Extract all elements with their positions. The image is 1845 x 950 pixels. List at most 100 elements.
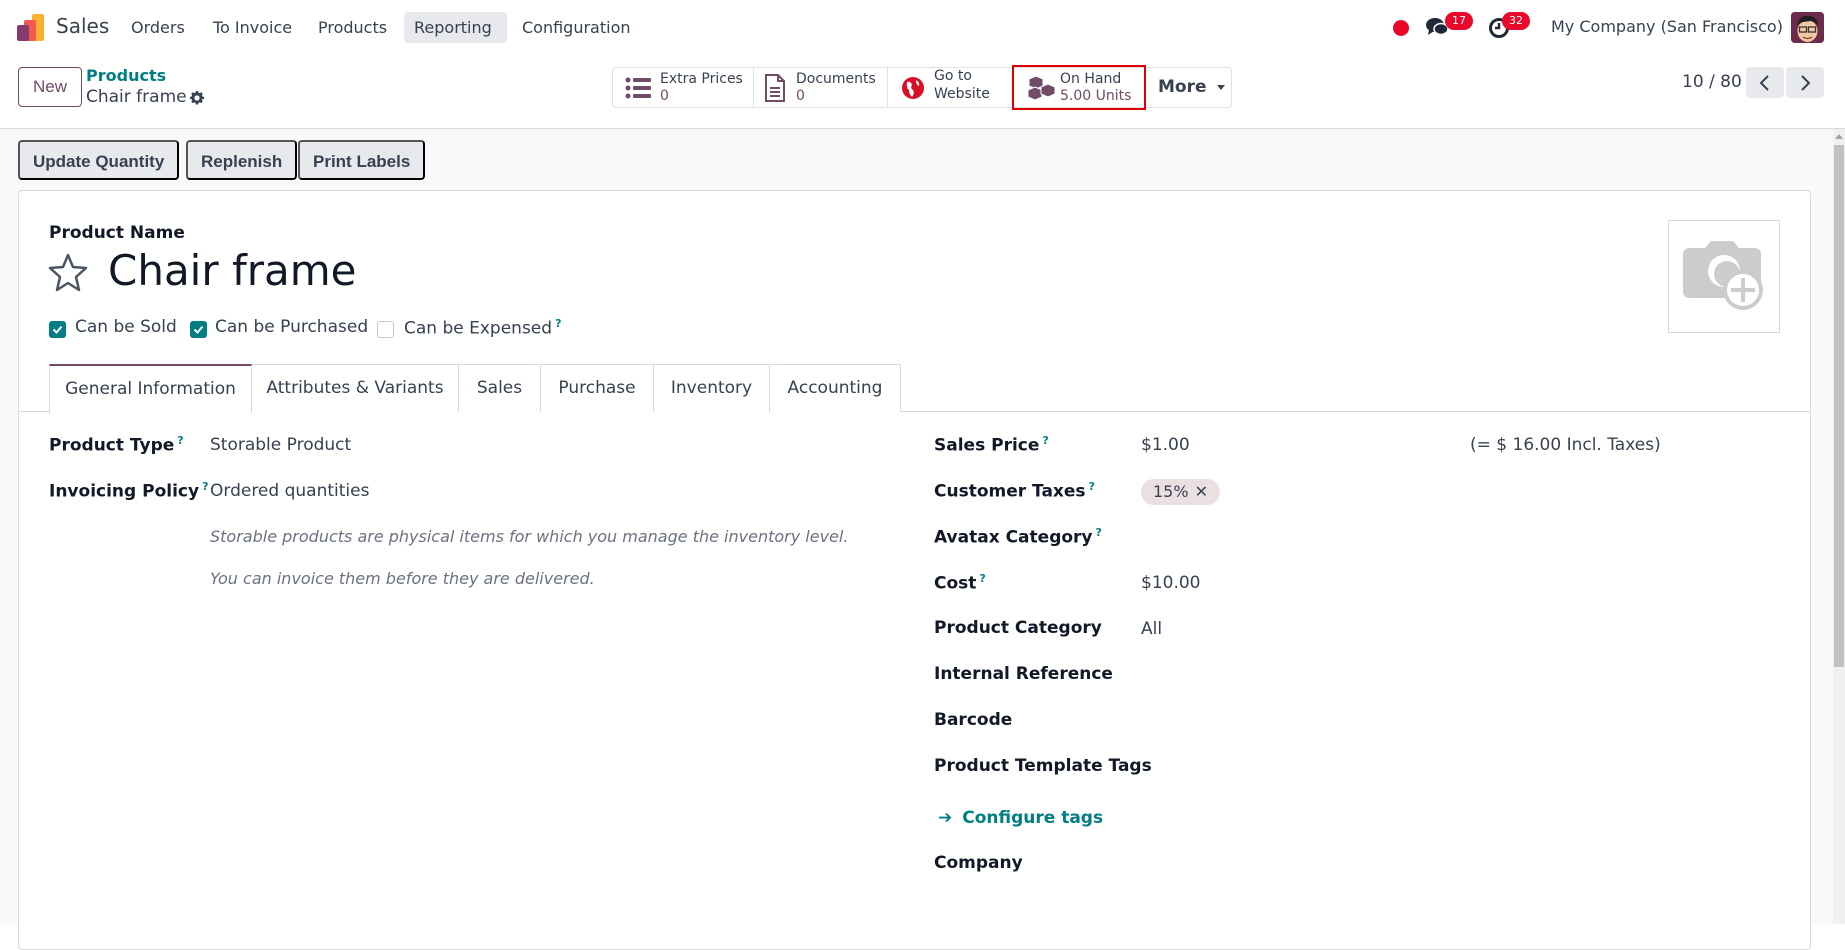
tab-general-information[interactable]: General Information: [49, 364, 252, 413]
chevron-right-icon: [1801, 74, 1811, 91]
product-image-upload[interactable]: [1668, 220, 1780, 333]
can-be-purchased-checkbox[interactable]: [190, 321, 207, 338]
configure-tags-text: Configure tags: [962, 808, 1104, 828]
update-quantity-button[interactable]: Update Quantity: [18, 140, 180, 180]
go-to-label-2: Website: [934, 86, 990, 102]
product-type-label: Product Type?: [49, 434, 184, 456]
favorite-star-icon[interactable]: [47, 252, 89, 292]
company-label: Company: [934, 853, 1023, 873]
pager-value[interactable]: 10 / 80: [1682, 72, 1742, 92]
caret-down-icon: [1217, 84, 1226, 90]
sales-app-logo-icon[interactable]: [16, 14, 46, 42]
help-tooltip-icon[interactable]: ?: [979, 572, 985, 585]
tab-attributes-variants[interactable]: Attributes & Variants: [251, 364, 459, 412]
on-hand-highlight-box: [1012, 65, 1146, 110]
extra-prices-button[interactable]: Extra Prices 0: [613, 68, 754, 107]
checkmark-icon: [52, 325, 63, 334]
globe-icon: [902, 77, 924, 99]
go-to-label-1: Go to: [934, 68, 972, 84]
product-type-label-text: Product Type: [49, 435, 175, 456]
more-label: More: [1158, 77, 1207, 97]
can-be-sold-label[interactable]: Can be Sold: [75, 317, 177, 337]
product-type-note: Storable products are physical items for…: [210, 527, 849, 546]
print-labels-button[interactable]: Print Labels: [298, 140, 426, 180]
cost-label: Cost?: [934, 572, 986, 594]
help-tooltip-icon[interactable]: ?: [1089, 480, 1095, 493]
menu-products[interactable]: Products: [308, 12, 397, 43]
help-tooltip-icon[interactable]: ?: [202, 480, 208, 493]
tab-sales[interactable]: Sales: [458, 364, 541, 412]
barcode-label: Barcode: [934, 710, 1013, 730]
help-tooltip-icon[interactable]: ?: [1042, 434, 1048, 447]
customer-taxes-label-text: Customer Taxes: [934, 481, 1086, 502]
app-name[interactable]: Sales: [56, 14, 109, 38]
product-type-select[interactable]: Storable Product: [210, 435, 351, 455]
invoicing-policy-label: Invoicing Policy?: [49, 480, 208, 502]
help-tooltip-icon[interactable]: ?: [177, 434, 183, 447]
product-template-tags-label: Product Template Tags: [934, 756, 1152, 776]
user-avatar-icon: [1791, 12, 1824, 43]
help-tooltip-icon[interactable]: ?: [1096, 526, 1102, 539]
tab-inventory[interactable]: Inventory: [653, 364, 770, 412]
remove-tag-icon[interactable]: ✕: [1195, 482, 1208, 501]
chevron-left-icon: [1759, 74, 1769, 91]
can-be-expensed-label[interactable]: Can be Expensed?: [404, 317, 561, 339]
menu-to-invoice[interactable]: To Invoice: [203, 12, 302, 43]
breadcrumb-current: Chair frame: [86, 87, 187, 107]
extra-prices-label: Extra Prices: [660, 71, 743, 87]
tab-purchase[interactable]: Purchase: [540, 364, 654, 412]
can-be-expensed-checkbox[interactable]: [377, 321, 394, 338]
price-incl-taxes: (= $ 16.00 Incl. Taxes): [1470, 435, 1661, 455]
top-navbar: Sales Orders To Invoice Products Reporti…: [0, 0, 1845, 55]
camera-add-icon: [1683, 241, 1763, 310]
product-category-label: Product Category: [934, 618, 1102, 638]
cost-label-text: Cost: [934, 573, 977, 594]
sales-price-label: Sales Price?: [934, 434, 1049, 456]
go-to-website-button[interactable]: Go to Website: [888, 68, 1014, 107]
scroll-up-arrow-icon[interactable]: [1835, 134, 1843, 139]
sales-price-input[interactable]: $1.00: [1141, 435, 1190, 455]
document-icon: [765, 74, 785, 102]
pager-next-button[interactable]: [1786, 67, 1824, 98]
invoicing-policy-select[interactable]: Ordered quantities: [210, 481, 369, 501]
menu-configuration[interactable]: Configuration: [512, 12, 641, 43]
menu-reporting[interactable]: Reporting: [404, 12, 507, 43]
invoicing-policy-label-text: Invoicing Policy: [49, 481, 200, 502]
help-tooltip-icon[interactable]: ?: [555, 317, 561, 330]
gear-icon[interactable]: [188, 89, 206, 107]
product-name-label: Product Name: [49, 223, 185, 243]
product-category-select[interactable]: All: [1141, 619, 1162, 639]
customer-taxes-label: Customer Taxes?: [934, 480, 1095, 502]
list-icon: [625, 77, 651, 99]
breadcrumb-products-link[interactable]: Products: [86, 66, 166, 85]
tab-accounting[interactable]: Accounting: [769, 364, 901, 412]
extra-prices-count: 0: [660, 88, 669, 104]
documents-button[interactable]: Documents 0: [754, 68, 888, 107]
messages-count-badge: 17: [1445, 12, 1473, 30]
configure-tags-link[interactable]: ➔ Configure tags: [938, 808, 1103, 828]
documents-label: Documents: [796, 71, 876, 87]
can-be-expensed-text: Can be Expensed: [404, 318, 553, 339]
new-button[interactable]: New: [18, 67, 82, 107]
arrow-right-icon: ➔: [938, 808, 953, 828]
company-switcher[interactable]: My Company (San Francisco): [1551, 17, 1783, 36]
pager-previous-button[interactable]: [1746, 67, 1784, 98]
customer-tax-tag: 15% ✕: [1141, 479, 1220, 505]
customer-tax-value: 15%: [1153, 482, 1189, 501]
avatax-category-label-text: Avatax Category: [934, 527, 1093, 548]
cost-input[interactable]: $10.00: [1141, 573, 1200, 593]
can-be-purchased-label[interactable]: Can be Purchased: [215, 317, 368, 337]
recording-indicator-icon[interactable]: [1393, 20, 1409, 36]
replenish-button[interactable]: Replenish: [186, 140, 298, 180]
more-dropdown-button[interactable]: More: [1145, 67, 1231, 108]
can-be-sold-checkbox[interactable]: [49, 321, 66, 338]
product-name-input[interactable]: Chair frame: [108, 246, 357, 295]
menu-orders[interactable]: Orders: [121, 12, 195, 43]
internal-reference-label: Internal Reference: [934, 664, 1113, 684]
avatax-category-label: Avatax Category?: [934, 526, 1102, 548]
user-avatar[interactable]: [1791, 12, 1824, 43]
activities-count-badge: 32: [1502, 12, 1530, 30]
sales-price-label-text: Sales Price: [934, 435, 1040, 456]
checkmark-icon: [193, 325, 204, 334]
scrollbar-thumb[interactable]: [1834, 145, 1844, 667]
